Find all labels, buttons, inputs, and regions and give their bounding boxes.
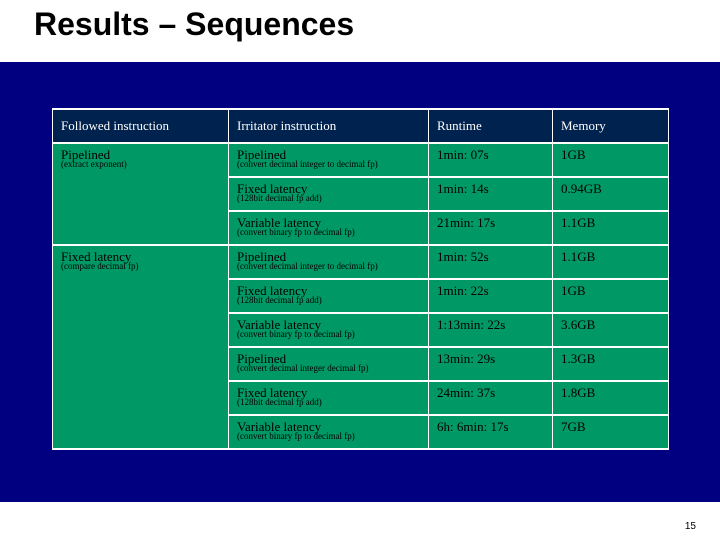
- col-memory: Memory: [553, 109, 669, 143]
- irritator-cell: Fixed latency (128bit decimal fp add): [229, 279, 429, 313]
- irritator-cell: Variable latency (convert binary fp to d…: [229, 211, 429, 245]
- irritator-sub: (convert binary fp to decimal fp): [237, 228, 420, 237]
- runtime-cell: 21min: 17s: [429, 211, 553, 245]
- runtime-cell: 24min: 37s: [429, 381, 553, 415]
- page-number: 15: [685, 521, 696, 532]
- followed-sub: (extract exponent): [61, 160, 220, 169]
- memory-cell: 3.6GB: [553, 313, 669, 347]
- table-row: Pipelined (extract exponent) Pipelined (…: [53, 143, 669, 177]
- table-header-row: Followed instruction Irritator instructi…: [53, 109, 669, 143]
- memory-cell: 1.8GB: [553, 381, 669, 415]
- memory-cell: 1.1GB: [553, 211, 669, 245]
- runtime-cell: 1min: 07s: [429, 143, 553, 177]
- irritator-cell: Pipelined (convert decimal integer to de…: [229, 245, 429, 279]
- irritator-sub: (128bit decimal fp add): [237, 296, 420, 305]
- irritator-sub: (convert binary fp to decimal fp): [237, 330, 420, 339]
- table-row: Fixed latency (compare decimal fp) Pipel…: [53, 245, 669, 279]
- irritator-sub: (convert binary fp to decimal fp): [237, 432, 420, 441]
- irritator-sub: (convert decimal integer decimal fp): [237, 364, 420, 373]
- irritator-cell: Variable latency (convert binary fp to d…: [229, 313, 429, 347]
- irritator-sub: (128bit decimal fp add): [237, 398, 420, 407]
- irritator-sub: (convert decimal integer to decimal fp): [237, 160, 420, 169]
- memory-cell: 0.94GB: [553, 177, 669, 211]
- irritator-cell: Pipelined (convert decimal integer decim…: [229, 347, 429, 381]
- followed-cell: Pipelined (extract exponent): [53, 143, 229, 245]
- slide: Results – Sequences Followed instruction…: [0, 0, 720, 540]
- irritator-cell: Fixed latency (128bit decimal fp add): [229, 381, 429, 415]
- memory-cell: 1GB: [553, 143, 669, 177]
- runtime-cell: 1min: 22s: [429, 279, 553, 313]
- memory-cell: 1.1GB: [553, 245, 669, 279]
- runtime-cell: 1min: 52s: [429, 245, 553, 279]
- irritator-sub: (convert decimal integer to decimal fp): [237, 262, 420, 271]
- slide-title: Results – Sequences: [34, 6, 720, 43]
- irritator-cell: Fixed latency (128bit decimal fp add): [229, 177, 429, 211]
- results-table: Followed instruction Irritator instructi…: [52, 108, 669, 450]
- results-table-wrap: Followed instruction Irritator instructi…: [52, 108, 668, 450]
- runtime-cell: 6h: 6min: 17s: [429, 415, 553, 449]
- runtime-cell: 1:13min: 22s: [429, 313, 553, 347]
- runtime-cell: 13min: 29s: [429, 347, 553, 381]
- memory-cell: 1.3GB: [553, 347, 669, 381]
- runtime-cell: 1min: 14s: [429, 177, 553, 211]
- followed-sub: (compare decimal fp): [61, 262, 220, 271]
- col-runtime: Runtime: [429, 109, 553, 143]
- followed-cell: Fixed latency (compare decimal fp): [53, 245, 229, 449]
- irritator-cell: Variable latency (convert binary fp to d…: [229, 415, 429, 449]
- irritator-cell: Pipelined (convert decimal integer to de…: [229, 143, 429, 177]
- footer-bar: 15: [0, 502, 720, 540]
- memory-cell: 7GB: [553, 415, 669, 449]
- irritator-sub: (128bit decimal fp add): [237, 194, 420, 203]
- memory-cell: 1GB: [553, 279, 669, 313]
- col-irritator: Irritator instruction: [229, 109, 429, 143]
- col-followed: Followed instruction: [53, 109, 229, 143]
- title-bar: Results – Sequences: [0, 0, 720, 62]
